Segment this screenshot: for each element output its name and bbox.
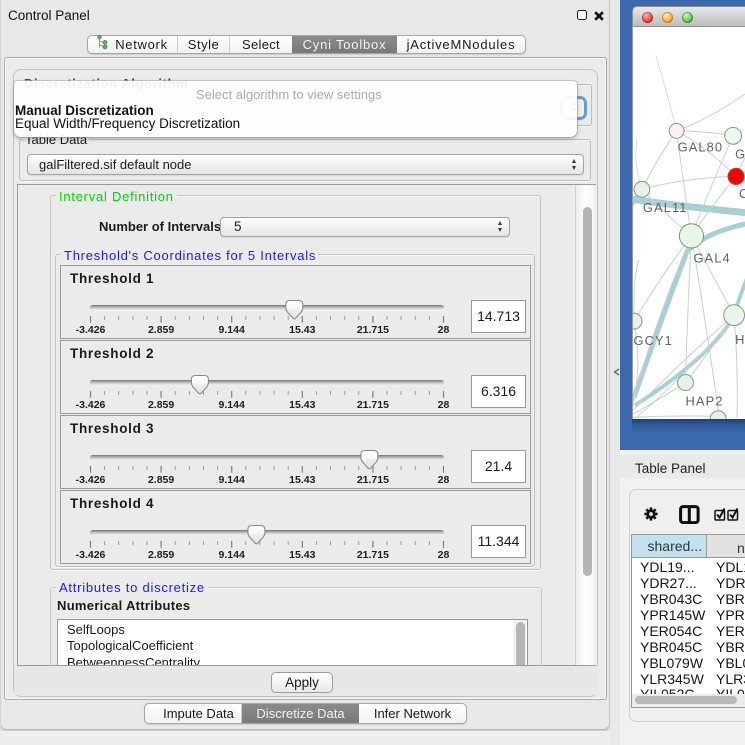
svg-text:HAP2: HAP2 bbox=[686, 393, 724, 408]
svg-text:15.43: 15.43 bbox=[289, 399, 315, 410]
svg-text:21.715: 21.715 bbox=[357, 324, 389, 335]
svg-text:GAL80: GAL80 bbox=[678, 140, 724, 155]
svg-text:-3.426: -3.426 bbox=[76, 474, 106, 485]
svg-text:GAL11: GAL11 bbox=[643, 200, 688, 215]
svg-text:G: G bbox=[735, 147, 745, 162]
svg-text:GAL4: GAL4 bbox=[693, 251, 730, 266]
svg-text:21.715: 21.715 bbox=[357, 474, 389, 485]
svg-text:9.144: 9.144 bbox=[219, 474, 245, 485]
svg-text:9.144: 9.144 bbox=[219, 399, 245, 410]
svg-text:28: 28 bbox=[438, 324, 450, 335]
svg-text:15.43: 15.43 bbox=[289, 324, 315, 335]
svg-text:9.144: 9.144 bbox=[219, 324, 245, 335]
svg-text:-3.426: -3.426 bbox=[76, 399, 106, 410]
svg-text:21.715: 21.715 bbox=[357, 549, 389, 560]
svg-text:2.859: 2.859 bbox=[148, 324, 174, 335]
svg-text:28: 28 bbox=[438, 399, 450, 410]
svg-text:-3.426: -3.426 bbox=[76, 549, 106, 560]
svg-text:15.43: 15.43 bbox=[289, 549, 315, 560]
svg-text:9.144: 9.144 bbox=[219, 549, 245, 560]
svg-text:21.715: 21.715 bbox=[357, 399, 389, 410]
svg-text:15.43: 15.43 bbox=[289, 474, 315, 485]
svg-text:2.859: 2.859 bbox=[148, 474, 174, 485]
svg-text:H: H bbox=[735, 332, 745, 347]
svg-text:GCY1: GCY1 bbox=[633, 333, 672, 348]
svg-text:2.859: 2.859 bbox=[148, 549, 174, 560]
svg-text:28: 28 bbox=[438, 549, 450, 560]
svg-text:-3.426: -3.426 bbox=[76, 324, 106, 335]
svg-text:2.859: 2.859 bbox=[148, 399, 174, 410]
svg-text:C: C bbox=[739, 186, 745, 201]
svg-text:28: 28 bbox=[438, 474, 450, 485]
